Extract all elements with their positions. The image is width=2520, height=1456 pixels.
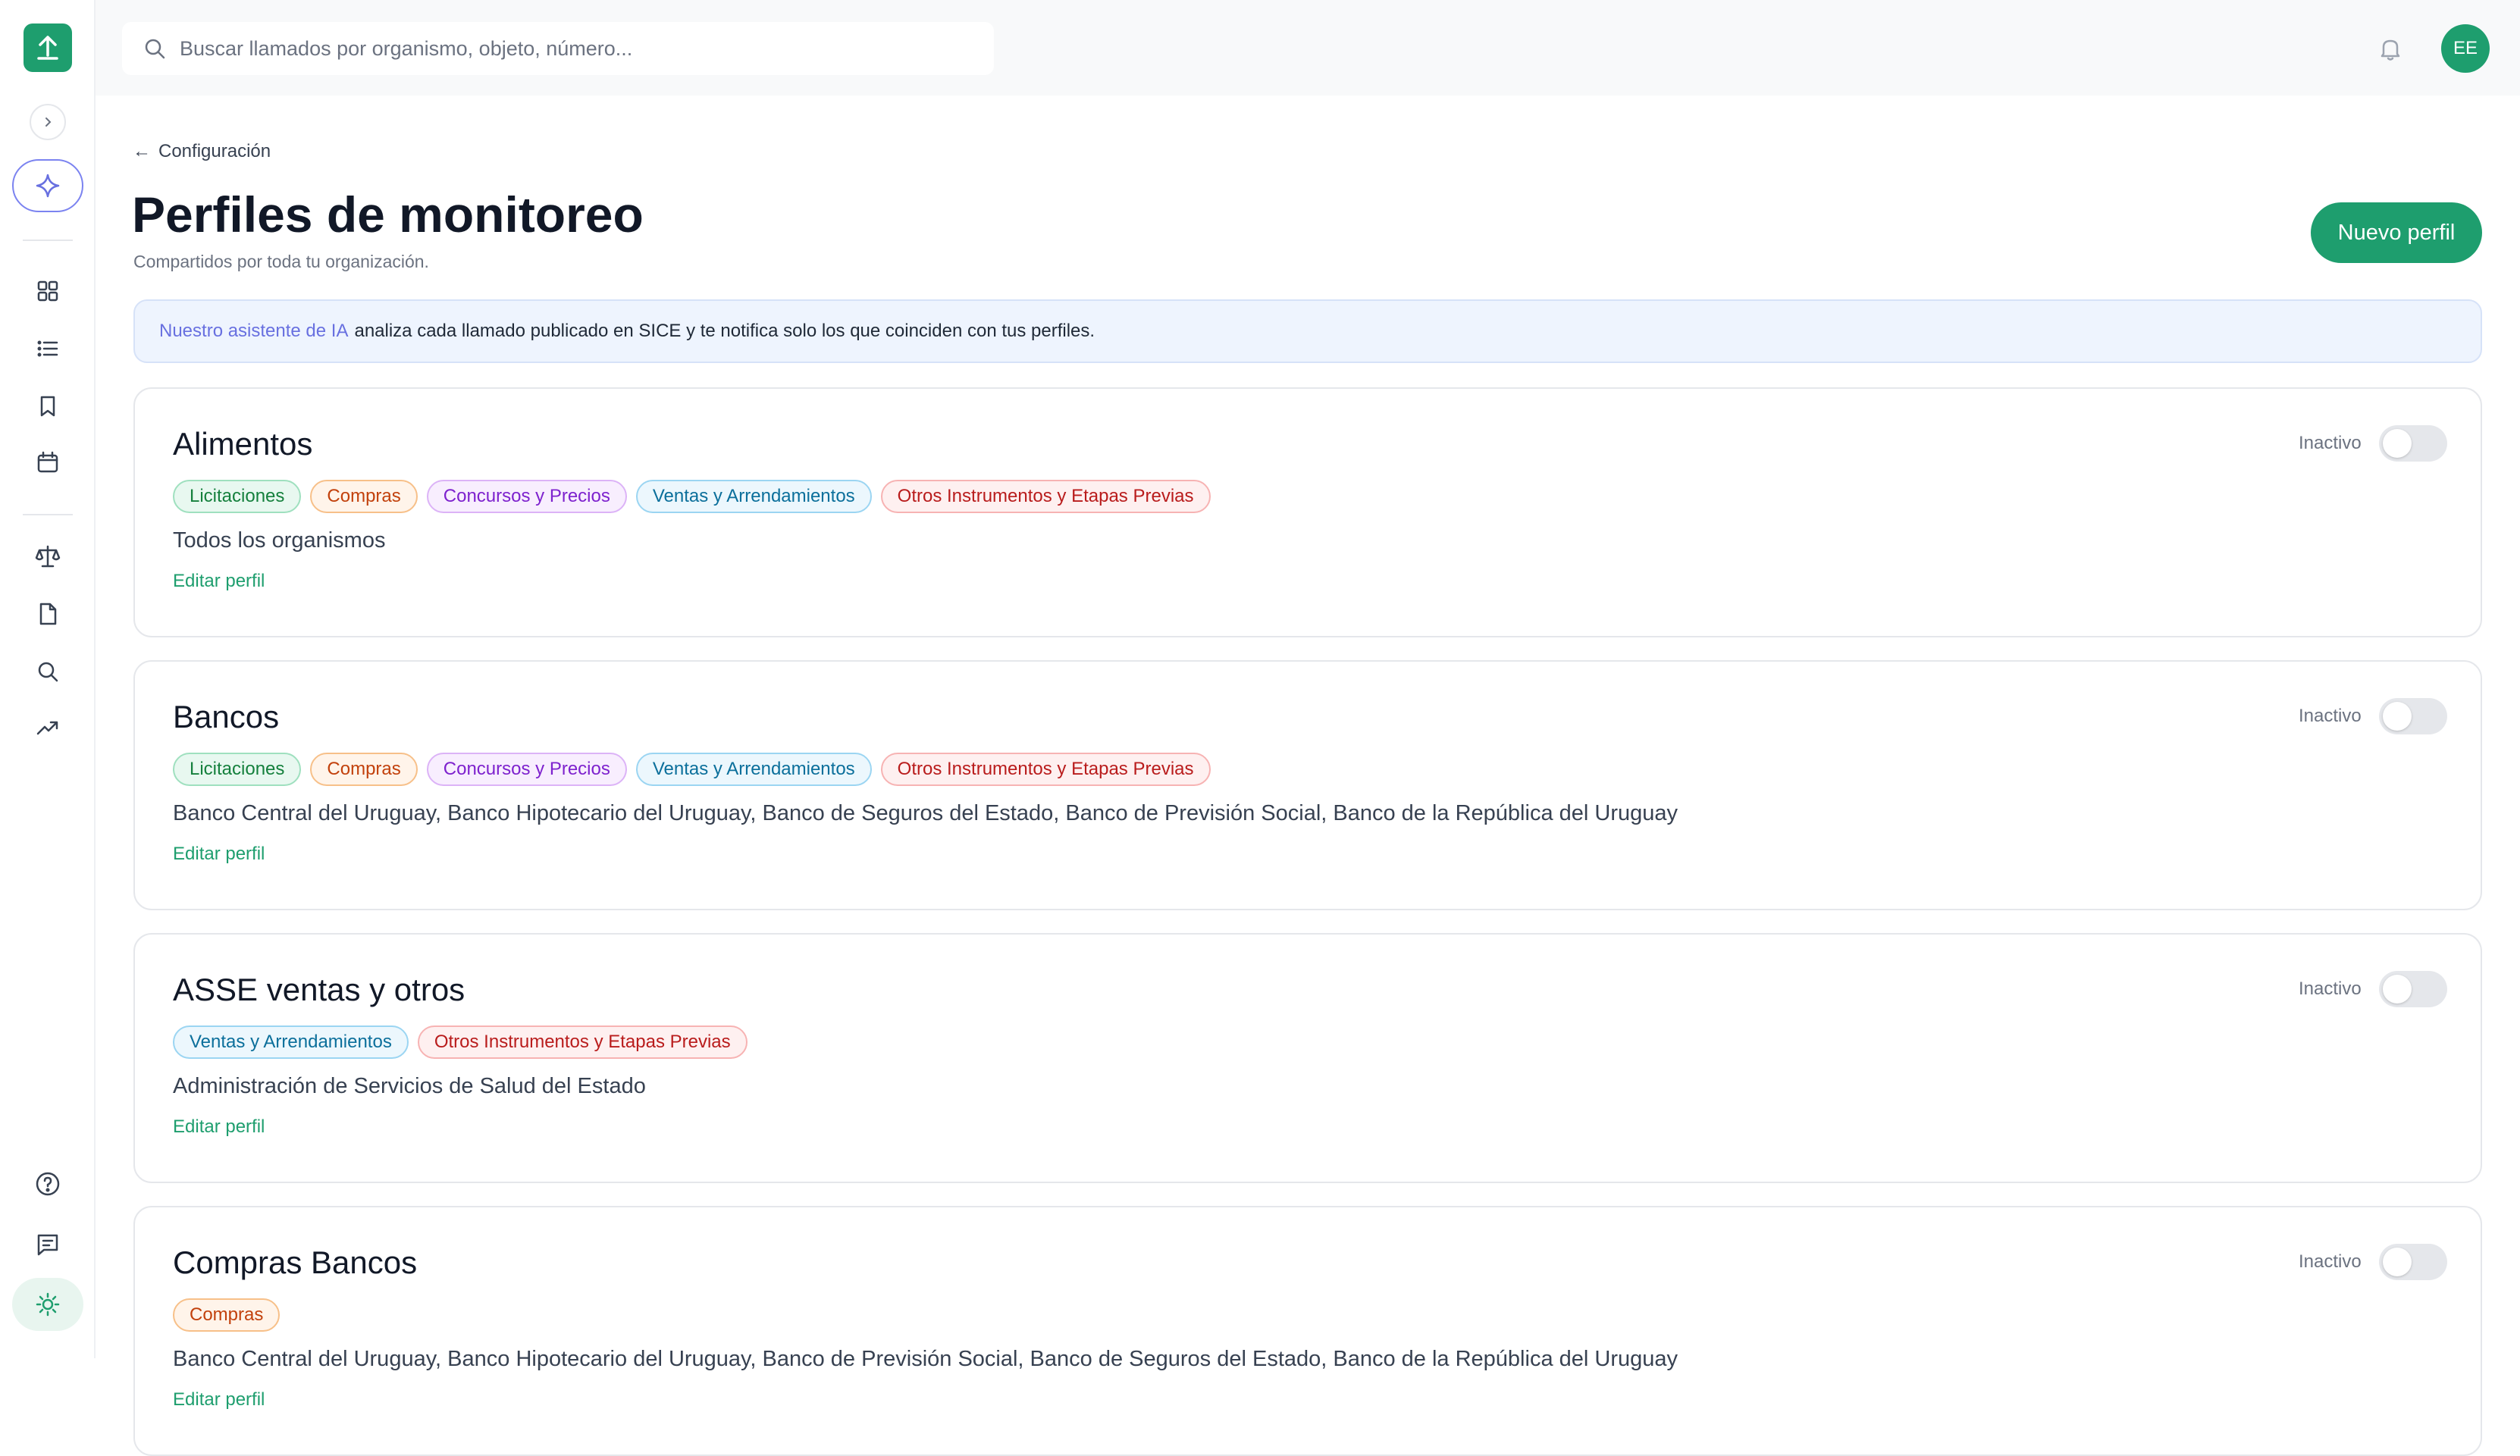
profile-tags: Licitaciones Compras Concursos y Precios… [173, 480, 1211, 513]
app-logo-icon[interactable] [24, 23, 72, 72]
sidebar [0, 0, 96, 1358]
profile-active-toggle[interactable] [2379, 1244, 2447, 1280]
dashboard-icon[interactable] [30, 273, 66, 309]
profile-status: Inactivo [2299, 433, 2362, 453]
tag: Otros Instrumentos y Etapas Previas [417, 1025, 748, 1059]
user-avatar[interactable]: EE [2441, 24, 2490, 73]
tag: Otros Instrumentos y Etapas Previas [880, 480, 1211, 513]
sidebar-divider [23, 240, 73, 241]
profile-organisms: Banco Central del Uruguay, Banco Hipotec… [173, 801, 1678, 825]
tag: Compras [310, 753, 418, 786]
scale-icon[interactable] [30, 538, 66, 575]
search-input[interactable]: Buscar llamados por organismo, objeto, n… [122, 22, 994, 75]
profile-organisms: Todos los organismos [173, 528, 386, 553]
tag: Ventas y Arrendamientos [635, 480, 872, 513]
edit-profile-link[interactable]: Editar perfil [173, 571, 265, 592]
toggle-knob [2383, 429, 2412, 458]
page-subtitle: Compartidos por toda tu organización. [133, 252, 429, 271]
profile-card: Alimentos Inactivo Licitaciones Compras … [133, 387, 2482, 637]
calendar-icon[interactable] [30, 444, 66, 481]
tag: Ventas y Arrendamientos [173, 1025, 409, 1059]
search-placeholder: Buscar llamados por organismo, objeto, n… [180, 36, 633, 60]
theme-toggle-button[interactable] [12, 1278, 83, 1331]
profile-active-toggle[interactable] [2379, 698, 2447, 734]
edit-profile-link[interactable]: Editar perfil [173, 844, 265, 865]
feedback-icon[interactable] [30, 1226, 66, 1263]
edit-profile-link[interactable]: Editar perfil [173, 1116, 265, 1138]
profile-card: ASSE ventas y otros Inactivo Ventas y Ar… [133, 933, 2482, 1183]
tag: Concursos y Precios [426, 480, 627, 513]
profile-organisms: Banco Central del Uruguay, Banco Hipotec… [173, 1347, 1678, 1371]
sidebar-divider [23, 514, 73, 515]
profile-tags: Ventas y Arrendamientos Otros Instrument… [173, 1025, 748, 1059]
back-link-label: Configuración [158, 141, 271, 161]
profile-name: ASSE ventas y otros [173, 972, 465, 1007]
tag: Compras [173, 1298, 281, 1332]
bookmark-icon[interactable] [30, 388, 66, 424]
tag: Ventas y Arrendamientos [635, 753, 872, 786]
toggle-knob [2383, 702, 2412, 731]
profile-name: Compras Bancos [173, 1245, 418, 1280]
profile-tags: Licitaciones Compras Concursos y Precios… [173, 753, 1211, 786]
ai-assistant-button[interactable] [12, 159, 83, 212]
profile-status: Inactivo [2299, 1251, 2362, 1272]
toggle-knob [2383, 975, 2412, 1004]
banner-highlight: Nuestro asistente de IA [159, 321, 349, 341]
search-icon [145, 39, 165, 59]
profile-name: Alimentos [173, 426, 313, 462]
tag: Otros Instrumentos y Etapas Previas [880, 753, 1211, 786]
search-icon[interactable] [30, 653, 66, 690]
profile-active-toggle[interactable] [2379, 425, 2447, 462]
arrow-left-icon: ← [133, 141, 151, 161]
document-icon[interactable] [30, 596, 66, 632]
sparkle-icon [36, 174, 60, 198]
edit-profile-link[interactable]: Editar perfil [173, 1389, 265, 1411]
tag: Licitaciones [173, 753, 302, 786]
topbar: Buscar llamados por organismo, objeto, n… [96, 0, 2520, 96]
profile-active-toggle[interactable] [2379, 971, 2447, 1007]
notifications-bell-icon[interactable] [2370, 28, 2411, 69]
list-icon[interactable] [30, 330, 66, 367]
back-to-configuracion-link[interactable]: ← Configuración [133, 141, 271, 162]
profile-status: Inactivo [2299, 978, 2362, 999]
new-profile-button[interactable]: Nuevo perfil [2311, 202, 2482, 263]
profile-name: Bancos [173, 699, 280, 734]
trending-up-icon[interactable] [30, 709, 66, 746]
page-title: Perfiles de monitoreo [132, 186, 644, 243]
toggle-knob [2383, 1248, 2412, 1276]
ai-info-banner: Nuestro asistente de IA analiza cada lla… [133, 299, 2482, 363]
sun-icon [36, 1292, 60, 1317]
profile-organisms: Administración de Servicios de Salud del… [173, 1074, 646, 1098]
expand-sidebar-button[interactable] [30, 104, 66, 140]
tag: Licitaciones [173, 480, 302, 513]
tag: Compras [310, 480, 418, 513]
banner-text: analiza cada llamado publicado en SICE y… [354, 321, 1095, 341]
profile-tags: Compras [173, 1298, 281, 1332]
help-icon[interactable] [30, 1166, 66, 1202]
profile-card: Compras Bancos Inactivo Compras Banco Ce… [133, 1206, 2482, 1456]
profile-card: Bancos Inactivo Licitaciones Compras Con… [133, 660, 2482, 910]
tag: Concursos y Precios [426, 753, 627, 786]
profile-status: Inactivo [2299, 706, 2362, 726]
